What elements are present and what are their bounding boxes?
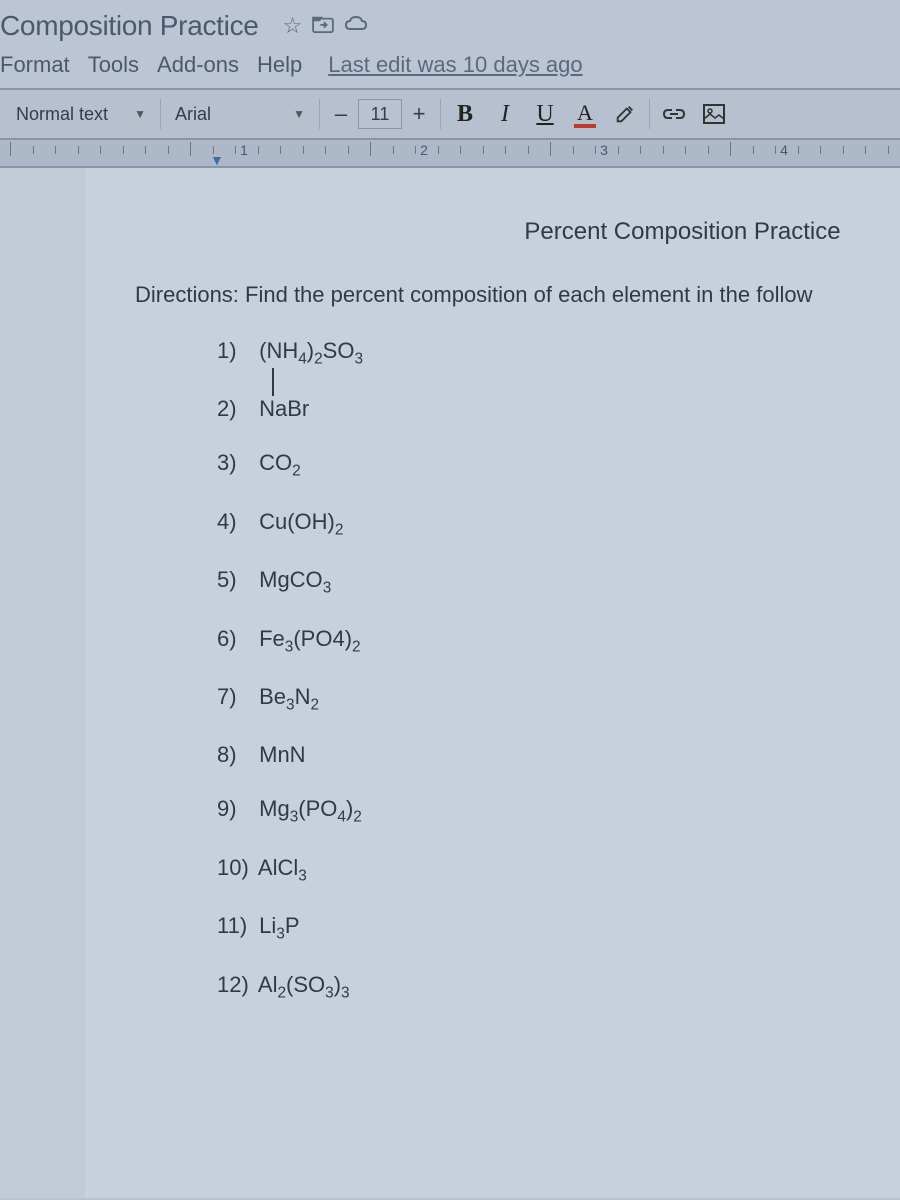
font-size-decrease-button[interactable]: – [324, 97, 358, 131]
list-item[interactable]: 11) Li3P [217, 913, 900, 943]
ruler-tick [730, 142, 731, 156]
menubar: Format Tools Add-ons Help Last edit was … [0, 46, 900, 88]
font-size-group: – 11 + [324, 97, 436, 131]
chevron-down-icon: ▼ [293, 107, 305, 121]
font-size-increase-button[interactable]: + [402, 97, 436, 131]
ruler-tick [213, 146, 214, 154]
document-title[interactable]: Composition Practice [0, 10, 259, 42]
ruler-tick [78, 146, 79, 154]
list-item[interactable]: 9) Mg3(PO4)2 [217, 796, 900, 826]
ruler-number: 4 [780, 142, 788, 158]
underline-button[interactable]: U [525, 94, 565, 134]
ruler-tick [280, 146, 281, 154]
text-color-swatch [574, 124, 596, 128]
ruler-tick [528, 146, 529, 154]
ruler-tick [798, 146, 799, 154]
ruler-tick [708, 146, 709, 154]
list-item[interactable]: 7) Be3N2 [217, 684, 900, 714]
list-item[interactable]: 6) Fe3(PO4)2 [217, 626, 900, 656]
ruler-tick [258, 146, 259, 154]
ruler-tick [843, 146, 844, 154]
ruler-tick [775, 146, 776, 154]
italic-button[interactable]: I [485, 94, 525, 134]
page[interactable]: Percent Composition Practice Directions:… [85, 168, 900, 1198]
paragraph-style-dropdown[interactable]: Normal text ▼ [6, 96, 156, 132]
document-area[interactable]: Percent Composition Practice Directions:… [0, 168, 900, 1198]
list-item[interactable]: 1) (NH4)2SO3 [217, 338, 900, 368]
cloud-saved-icon[interactable] [344, 13, 368, 39]
ruler-tick [100, 146, 101, 154]
ruler-tick [685, 146, 686, 154]
document-heading[interactable]: Percent Composition Practice [465, 218, 900, 246]
ruler-tick [640, 146, 641, 154]
ruler-tick [865, 146, 866, 154]
font-family-dropdown[interactable]: Arial ▼ [165, 96, 315, 132]
text-cursor [272, 368, 274, 396]
ruler-tick [33, 146, 34, 154]
ruler-tick [168, 146, 169, 154]
list-item[interactable]: 3) CO2 [217, 450, 900, 480]
separator [319, 99, 320, 129]
ruler-tick [550, 142, 551, 156]
ruler-tick [573, 146, 574, 154]
toolbar: Normal text ▼ Arial ▼ – 11 + B I U A [0, 88, 900, 140]
list-item[interactable]: 8) MnN [217, 742, 900, 768]
ruler-tick [145, 146, 146, 154]
highlight-button[interactable] [605, 94, 645, 134]
ruler-tick [190, 142, 191, 156]
ruler-tick [393, 146, 394, 154]
ruler-tick [235, 146, 236, 154]
ruler-tick [505, 146, 506, 154]
separator [649, 99, 650, 129]
menu-tools[interactable]: Tools [88, 52, 139, 78]
titlebar: Composition Practice ☆ [0, 0, 900, 46]
ruler-tick [303, 146, 304, 154]
list-item[interactable]: 4) Cu(OH)2 [217, 509, 900, 539]
paragraph-style-label: Normal text [16, 104, 108, 125]
ruler-tick [325, 146, 326, 154]
menu-addons[interactable]: Add-ons [157, 52, 239, 78]
menu-help[interactable]: Help [257, 52, 302, 78]
menu-format[interactable]: Format [0, 52, 70, 78]
ruler-tick [123, 146, 124, 154]
last-edit-link[interactable]: Last edit was 10 days ago [328, 52, 582, 78]
ruler-tick [370, 142, 371, 156]
list-item[interactable]: 12) Al2(SO3)3 [217, 972, 900, 1002]
separator [440, 99, 441, 129]
ruler-tick [438, 146, 439, 154]
move-folder-icon[interactable] [312, 13, 334, 39]
star-icon[interactable]: ☆ [283, 13, 303, 39]
ruler-tick [10, 142, 11, 156]
ruler-tick [820, 146, 821, 154]
ruler-tick [55, 146, 56, 154]
ruler-tick [888, 146, 889, 154]
list-item[interactable]: 2) NaBr [217, 396, 900, 422]
ruler-tick [415, 146, 416, 154]
ruler-number: 1 [240, 142, 248, 158]
problem-list[interactable]: 1) (NH4)2SO3 2) NaBr 3) CO2 4) Cu(OH)2 5) Mg… [217, 338, 900, 1002]
text-color-label: A [577, 100, 593, 126]
ruler-tick [348, 146, 349, 154]
list-item[interactable]: 5) MgCO3 [217, 567, 900, 597]
insert-link-button[interactable] [654, 94, 694, 134]
ruler-indent-marker[interactable]: ▼ [210, 152, 224, 168]
separator [160, 99, 161, 129]
insert-image-button[interactable] [694, 94, 734, 134]
directions-text[interactable]: Directions: Find the percent composition… [135, 282, 900, 308]
text-color-button[interactable]: A [565, 94, 605, 134]
font-family-label: Arial [175, 104, 211, 125]
ruler-tick [595, 146, 596, 154]
list-item[interactable]: 10) AlCl3 [217, 855, 900, 885]
ruler-tick [460, 146, 461, 154]
ruler[interactable]: ▼ 1 2 3 4 [0, 140, 900, 168]
ruler-tick [753, 146, 754, 154]
font-size-input[interactable]: 11 [358, 99, 402, 129]
ruler-number: 3 [600, 142, 608, 158]
ruler-tick [663, 146, 664, 154]
chevron-down-icon: ▼ [134, 107, 146, 121]
ruler-number: 2 [420, 142, 428, 158]
ruler-tick [483, 146, 484, 154]
bold-button[interactable]: B [445, 94, 485, 134]
ruler-tick [618, 146, 619, 154]
